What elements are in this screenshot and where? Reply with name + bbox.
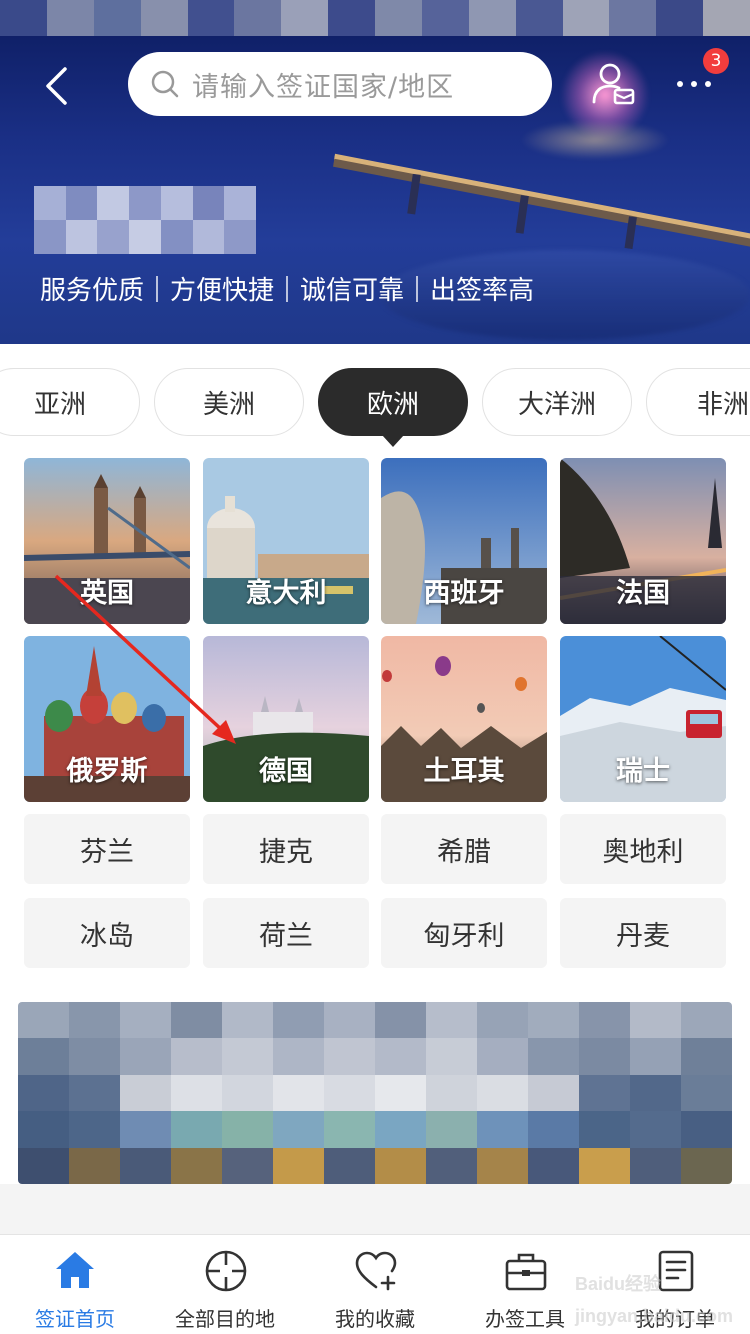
search-icon [151,70,179,98]
nav-label: 全部目的地 [175,1307,275,1331]
tab-europe[interactable]: 欧洲 [318,368,468,447]
tagline-item: 方便快捷 [170,276,275,306]
nav-all-destinations[interactable]: 全部目的地 [150,1235,300,1334]
nav-favorites[interactable]: 我的收藏 [300,1235,450,1334]
country-pill-netherlands[interactable]: 荷兰 [203,898,369,968]
tagline-separator [156,275,159,302]
customer-service-button[interactable] [590,60,638,108]
country-name: 意大利 [245,578,327,609]
tab-oceania[interactable]: 大洋洲 [482,368,632,436]
country-name: 法国 [616,578,670,609]
header-banner: 请输入签证国家/地区 3 服务优质 方便快捷 诚信可靠 出签率高 [0,0,750,344]
country-card-russia[interactable]: 俄罗斯 [24,636,190,802]
country-card-france[interactable]: 法国 [560,458,726,624]
heart-plus-icon [355,1251,397,1291]
tagline-item: 出签率高 [430,276,535,306]
chevron-left-icon [46,67,67,105]
blurred-promo-image [18,1002,732,1184]
country-name: 俄罗斯 [66,756,148,787]
country-pill-hungary[interactable]: 匈牙利 [381,898,547,968]
nav-label: 我的收藏 [335,1307,415,1331]
country-card-germany[interactable]: 德国 [203,636,369,802]
continent-tabs: 亚洲 美洲 欧洲 大洋洲 非洲 [0,344,750,454]
watermark-text: Baidu经验 jingyan.baidu.com [575,1274,734,1326]
country-name: 土耳其 [423,756,505,787]
country-name: 德国 [259,756,313,787]
tab-africa[interactable]: 非洲 [646,368,750,436]
tab-americas[interactable]: 美洲 [154,368,304,436]
nav-visa-home[interactable]: 签证首页 [0,1235,150,1334]
dot-icon [691,81,697,87]
country-pill-finland[interactable]: 芬兰 [24,814,190,884]
country-grid: 英国 意大利 西班牙 法国 俄罗斯 德国 土耳其 瑞士 芬兰 捷克 希腊 奥地利… [0,454,750,984]
search-input[interactable]: 请输入签证国家/地区 [128,52,552,116]
tagline-item: 诚信可靠 [300,276,405,306]
nav-label: 签证首页 [35,1307,115,1331]
dot-icon [677,81,683,87]
country-pill-czech[interactable]: 捷克 [203,814,369,884]
crosshair-icon [205,1250,247,1292]
page-spacer [0,1184,750,1234]
service-tagline: 服务优质 方便快捷 诚信可靠 出签率高 [40,270,534,307]
country-pill-austria[interactable]: 奥地利 [560,814,726,884]
country-name: 瑞士 [616,756,670,787]
bottom-navigation: 签证首页 全部目的地 我的收藏 办签工具 我的订单 Baidu经验 jingya [0,1234,750,1334]
country-name: 西班牙 [423,578,505,609]
briefcase-icon [505,1253,547,1291]
tagline-separator [286,275,289,302]
back-button[interactable] [36,64,76,108]
blurred-title [34,186,256,254]
country-pill-denmark[interactable]: 丹麦 [560,898,726,968]
country-card-spain[interactable]: 西班牙 [381,458,547,624]
country-card-turkey[interactable]: 土耳其 [381,636,547,802]
blurred-status-bar [0,0,750,36]
home-icon [56,1252,94,1288]
tagline-separator [416,275,419,302]
notification-badge: 3 [703,48,729,74]
promo-banner[interactable] [18,1002,732,1184]
watermark: Baidu经验 jingyan.baidu.com [575,1265,750,1329]
country-pill-greece[interactable]: 希腊 [381,814,547,884]
country-pill-iceland[interactable]: 冰岛 [24,898,190,968]
country-name: 英国 [80,578,134,609]
country-card-uk[interactable]: 英国 [24,458,190,624]
user-service-icon [592,63,635,105]
tab-asia[interactable]: 亚洲 [0,368,140,436]
dot-icon [705,81,711,87]
country-card-switzerland[interactable]: 瑞士 [560,636,726,802]
tagline-item: 服务优质 [40,276,145,306]
search-placeholder: 请输入签证国家/地区 [192,71,455,103]
country-card-italy[interactable]: 意大利 [203,458,369,624]
